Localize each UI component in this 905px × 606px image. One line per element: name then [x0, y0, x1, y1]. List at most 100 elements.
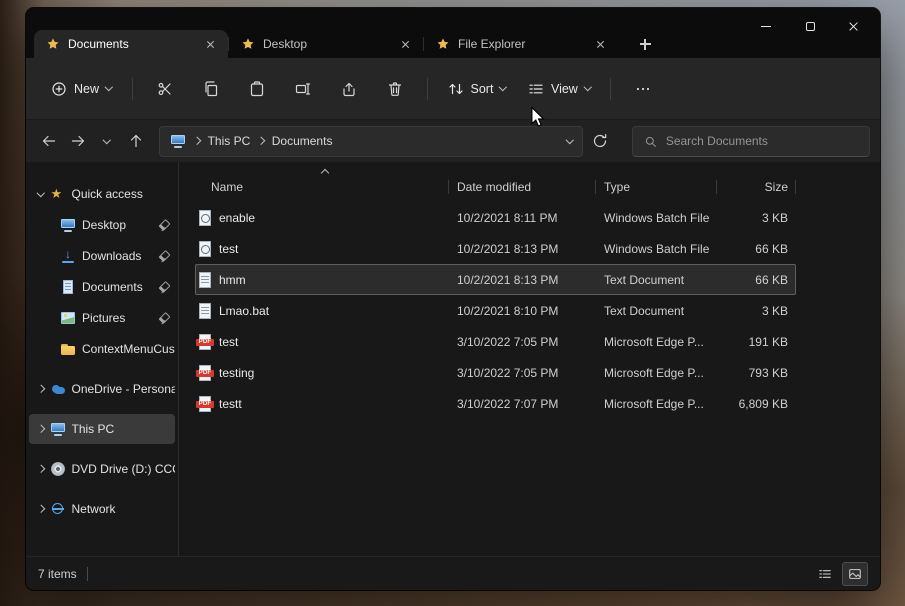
sidebar-item-label: ContextMenuCust: [82, 342, 175, 356]
chevron-down-icon: [499, 83, 507, 91]
minimize-button[interactable]: [744, 12, 788, 40]
chevron-down-icon: [584, 83, 592, 91]
share-button[interactable]: [328, 71, 370, 107]
chevron-right-icon[interactable]: [37, 385, 45, 393]
sidebar-item-documents[interactable]: Documents: [29, 272, 175, 302]
file-row[interactable]: testing 3/10/2022 7:05 PM Microsoft Edge…: [195, 357, 796, 388]
sidebar-item-quick-access[interactable]: Quick access: [29, 179, 175, 209]
forward-button[interactable]: [65, 126, 92, 156]
tab-close-icon[interactable]: [202, 35, 220, 53]
sort-button[interactable]: Sort: [437, 71, 517, 107]
file-date: 10/2/2021 8:11 PM: [449, 211, 596, 225]
sidebar-item-label: Documents: [82, 280, 143, 294]
delete-button[interactable]: [374, 71, 416, 107]
file-row[interactable]: testt 3/10/2022 7:07 PM Microsoft Edge P…: [195, 388, 796, 419]
close-icon: [849, 21, 860, 32]
file-name: enable: [219, 211, 255, 225]
up-button[interactable]: [122, 126, 149, 156]
file-row[interactable]: test 3/10/2022 7:05 PM Microsoft Edge P.…: [195, 326, 796, 357]
tab-close-icon[interactable]: [592, 35, 610, 53]
sidebar-item-pictures[interactable]: Pictures: [29, 303, 175, 333]
sidebar-item-dvd-drive[interactable]: DVD Drive (D:) CCCO: [29, 454, 175, 484]
chevron-right-icon[interactable]: [37, 465, 45, 473]
file-size: 191 KB: [717, 335, 796, 349]
file-name: test: [219, 335, 238, 349]
chevron-down-icon[interactable]: [37, 189, 45, 197]
items-count: 7 items: [38, 567, 77, 581]
sidebar-item-network[interactable]: Network: [29, 494, 175, 524]
sidebar-item-label: DVD Drive (D:) CCCO: [72, 462, 176, 476]
maximize-button[interactable]: [788, 12, 832, 40]
more-options-button[interactable]: [622, 71, 664, 107]
tab-strip: Documents Desktop File Explorer: [34, 30, 660, 58]
breadcrumb-current[interactable]: Documents: [272, 134, 333, 148]
file-name: test: [219, 242, 238, 256]
pdf-file-icon: [198, 396, 212, 412]
copy-button[interactable]: [190, 71, 232, 107]
refresh-button[interactable]: [587, 126, 614, 156]
file-row[interactable]: enable 10/2/2021 8:11 PM Windows Batch F…: [195, 202, 796, 233]
tab-desktop[interactable]: Desktop: [229, 30, 423, 58]
file-row[interactable]: test 10/2/2021 8:13 PM Windows Batch Fil…: [195, 233, 796, 264]
title-bar[interactable]: Documents Desktop File Explorer: [26, 8, 880, 58]
plus-icon: [640, 39, 651, 50]
pin-icon: [157, 219, 170, 232]
file-name: testing: [219, 366, 254, 380]
sidebar-item-desktop[interactable]: Desktop: [29, 210, 175, 240]
file-type: Windows Batch File: [596, 211, 717, 225]
tab-close-icon[interactable]: [397, 35, 415, 53]
file-row-highlighted[interactable]: hmm 10/2/2021 8:13 PM Text Document 66 K…: [195, 264, 796, 295]
search-input[interactable]: [666, 134, 858, 148]
monitor-icon: [60, 217, 76, 233]
file-row[interactable]: Lmao.bat 10/2/2021 8:10 PM Text Document…: [195, 295, 796, 326]
chevron-down-icon: [105, 83, 113, 91]
recent-locations-button[interactable]: [94, 126, 121, 156]
sort-button-label: Sort: [471, 82, 494, 96]
new-tab-button[interactable]: [630, 31, 660, 57]
column-header-type[interactable]: Type: [596, 172, 717, 202]
column-header-size[interactable]: Size: [717, 172, 796, 202]
new-button[interactable]: New: [40, 71, 123, 107]
chevron-right-icon[interactable]: [37, 505, 45, 513]
chevron-right-icon: [257, 137, 265, 145]
paste-button[interactable]: [236, 71, 278, 107]
file-name: Lmao.bat: [219, 304, 269, 318]
address-dropdown-icon[interactable]: [565, 136, 573, 144]
sidebar-item-this-pc[interactable]: This PC: [29, 414, 175, 444]
column-header-name[interactable]: Name: [195, 172, 449, 202]
details-view-button[interactable]: [812, 562, 838, 586]
text-file-icon: [198, 303, 212, 319]
breadcrumb-root[interactable]: This PC: [208, 134, 251, 148]
share-icon: [341, 81, 357, 97]
sidebar-item-label: Downloads: [82, 249, 141, 263]
toolbar-divider: [427, 78, 428, 100]
file-date: 10/2/2021 8:10 PM: [449, 304, 596, 318]
text-file-icon: [198, 272, 212, 288]
sidebar-item-onedrive[interactable]: OneDrive - Personal: [29, 374, 175, 404]
pin-icon: [157, 312, 170, 325]
file-type: Microsoft Edge P...: [596, 335, 717, 349]
rename-button[interactable]: [282, 71, 324, 107]
plus-circle-icon: [51, 81, 67, 97]
view-list-icon: [528, 81, 544, 97]
search-box[interactable]: [632, 126, 870, 157]
ellipsis-icon: [635, 81, 651, 97]
main-area: Quick access Desktop Downloads Documents…: [26, 162, 880, 556]
file-size: 793 KB: [717, 366, 796, 380]
sidebar-item-downloads[interactable]: Downloads: [29, 241, 175, 271]
sidebar-item-contextmenucust[interactable]: ContextMenuCust: [29, 334, 175, 364]
file-type: Microsoft Edge P...: [596, 397, 717, 411]
toolbar-divider: [610, 78, 611, 100]
column-header-date-modified[interactable]: Date modified: [449, 172, 596, 202]
large-icons-view-button[interactable]: [842, 562, 868, 586]
chevron-right-icon[interactable]: [37, 425, 45, 433]
back-button[interactable]: [36, 126, 63, 156]
close-button[interactable]: [832, 12, 876, 40]
scissors-icon: [157, 81, 173, 97]
breadcrumb[interactable]: This PC Documents: [159, 126, 583, 157]
tab-documents[interactable]: Documents: [34, 30, 228, 58]
new-button-label: New: [74, 82, 99, 96]
tab-file-explorer[interactable]: File Explorer: [424, 30, 618, 58]
cut-button[interactable]: [144, 71, 186, 107]
view-button[interactable]: View: [517, 71, 601, 107]
